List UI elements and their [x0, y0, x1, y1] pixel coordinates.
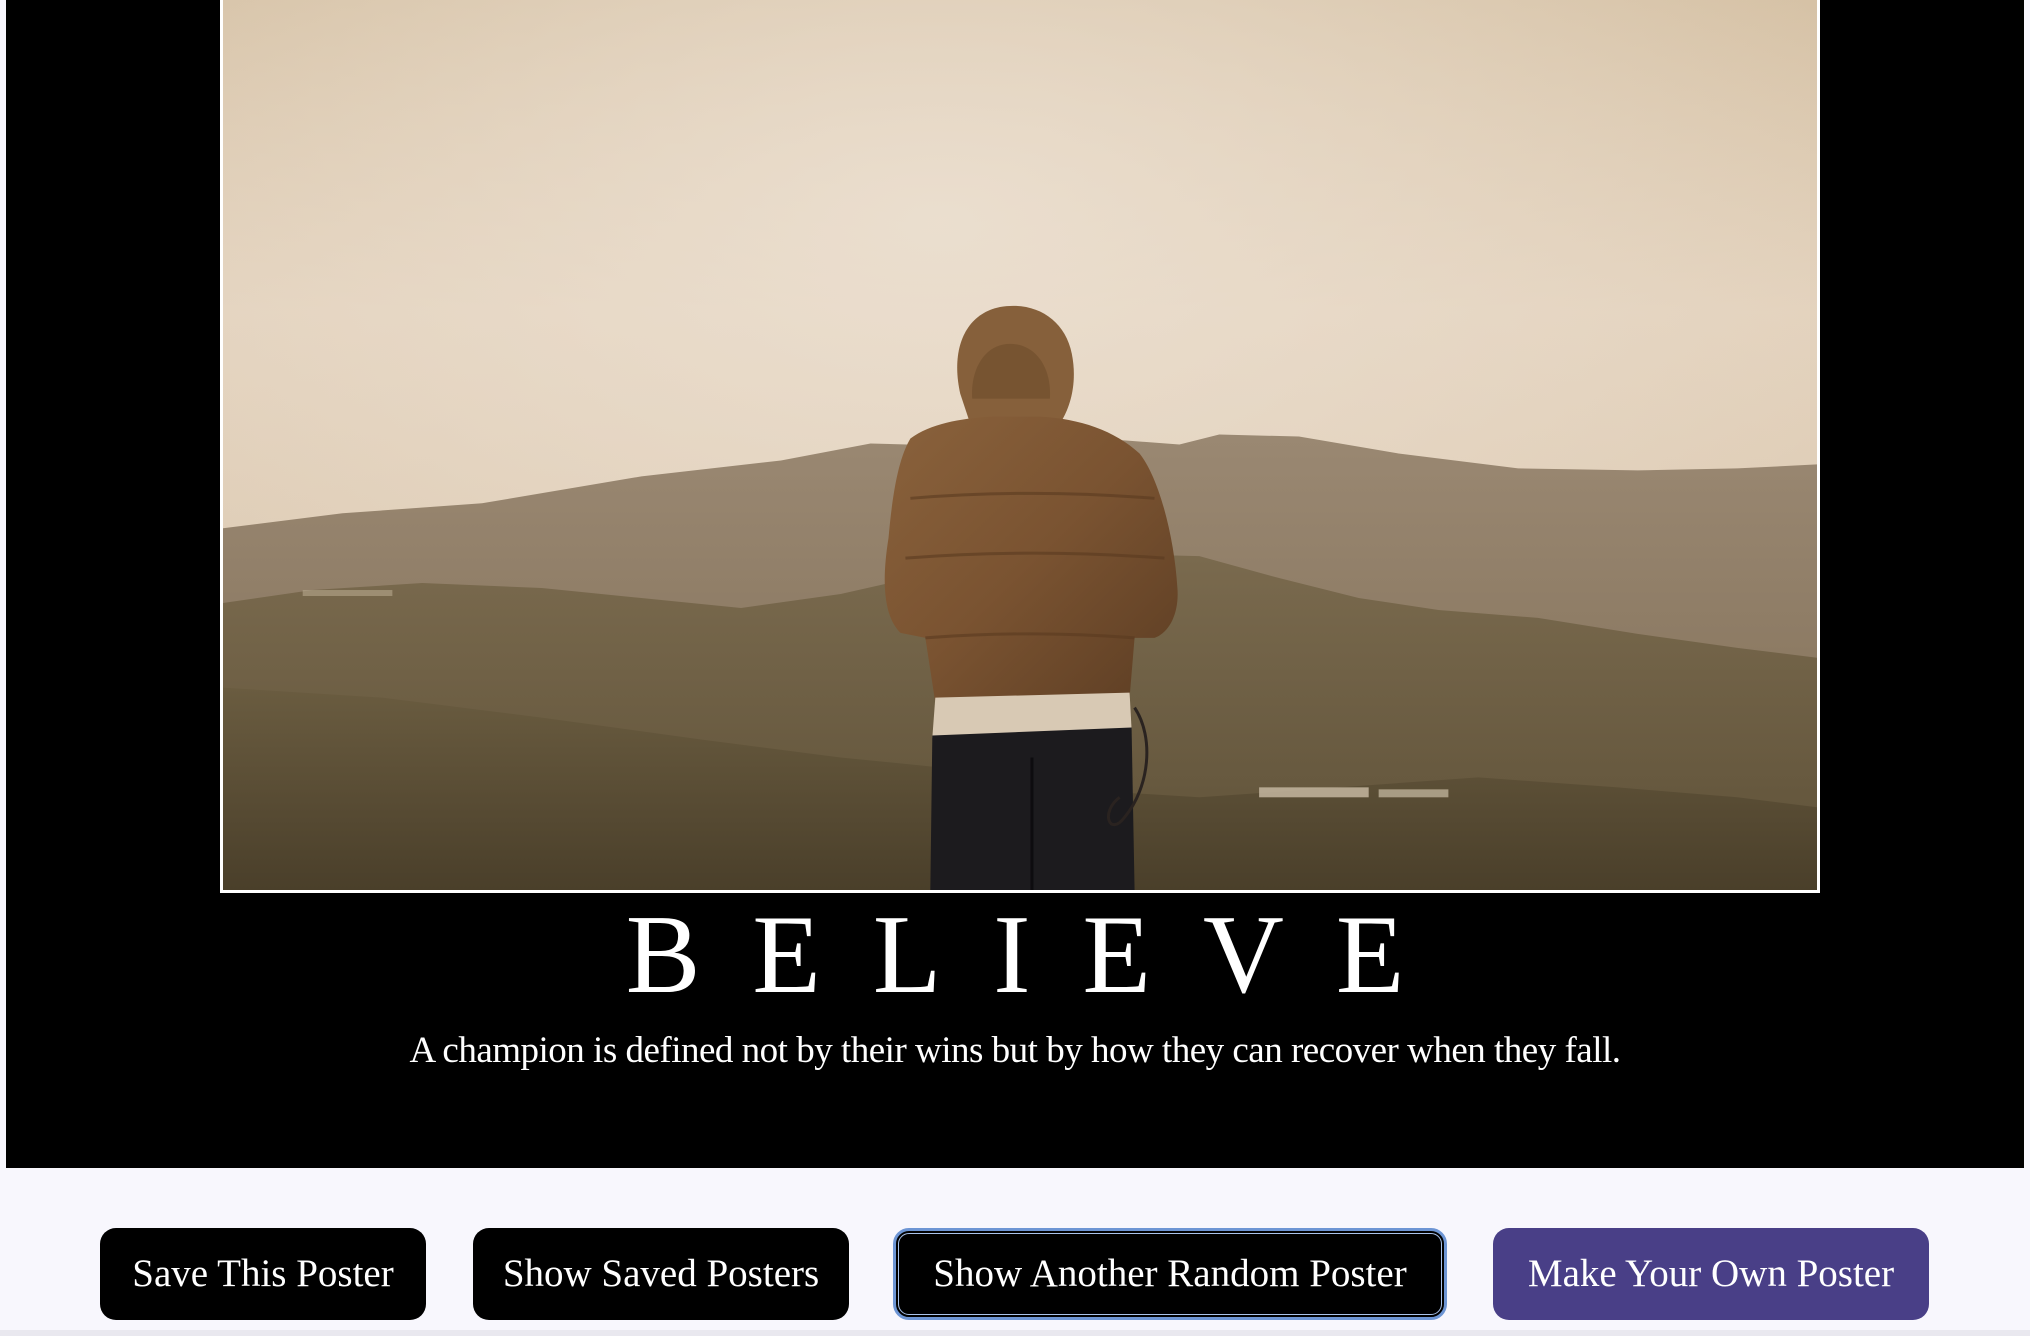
- poster-image: [220, 0, 1820, 893]
- show-saved-posters-button[interactable]: Show Saved Posters: [473, 1228, 849, 1320]
- show-random-poster-button[interactable]: Show Another Random Poster: [893, 1228, 1447, 1320]
- poster: BELIEVE A champion is defined not by the…: [6, 0, 2024, 1168]
- mountain-person-photo: [223, 0, 1817, 890]
- save-poster-button[interactable]: Save This Poster: [100, 1228, 426, 1320]
- page-bottom-edge: [0, 1330, 2030, 1336]
- poster-title: BELIEVE: [625, 893, 1457, 1017]
- make-own-poster-button[interactable]: Make Your Own Poster: [1493, 1228, 1929, 1320]
- poster-quote: A champion is defined not by their wins …: [409, 1030, 1621, 1071]
